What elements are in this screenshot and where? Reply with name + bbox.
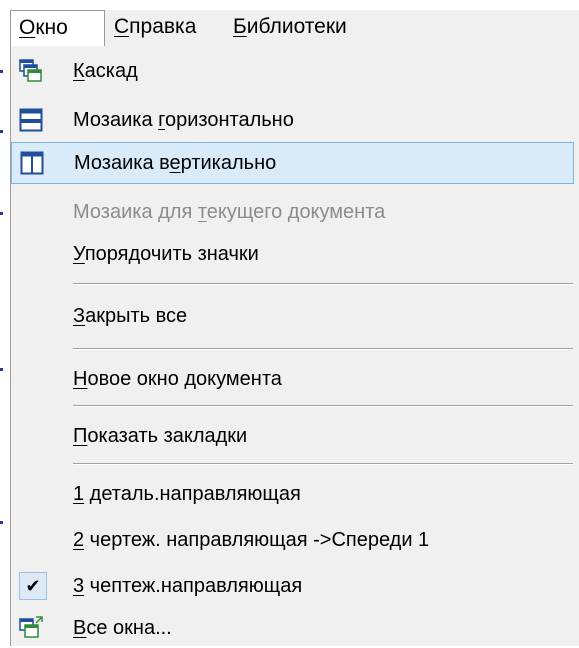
background-artifact xyxy=(0,521,3,524)
menu-spravka[interactable]: Справка xyxy=(114,10,196,44)
menu-separator xyxy=(73,463,573,465)
checkmark-icon: ✔ xyxy=(19,572,47,600)
menu-item-cascade[interactable]: Каскад xyxy=(11,51,579,91)
background-artifact xyxy=(0,368,3,371)
menu-item-label: 1 деталь.направляющая xyxy=(73,483,301,505)
menu-biblioteki[interactable]: Библиотеки xyxy=(233,10,347,44)
menu-item-label: Мозаика горизонтально xyxy=(73,109,294,131)
menu-item-label: Все окна... xyxy=(73,617,172,639)
menu-item-label: Мозаика вертикально xyxy=(74,152,277,174)
menu-item-label: Показать закладки xyxy=(73,425,248,447)
window-menu-dropdown: Каскад Мозаика горизонтально Мозаика вер… xyxy=(10,46,579,646)
menu-item-show-bookmarks[interactable]: Показать закладки xyxy=(11,416,579,456)
menu-bar: Окно Справка Библиотеки xyxy=(10,10,579,47)
menu-item-window-2[interactable]: 2 чертеж. направляющая ->Спереди 1 xyxy=(11,520,579,560)
menu-separator xyxy=(73,405,573,407)
menu-okno[interactable]: Окно xyxy=(10,10,105,46)
menu-item-tile-vertical[interactable]: Мозаика вертикально xyxy=(11,142,574,184)
background-artifact xyxy=(0,212,3,215)
menu-item-label: Закрыть все xyxy=(73,305,188,327)
menu-item-label: 3 чептеж.направляющая xyxy=(73,575,303,597)
tile-horizontal-icon xyxy=(19,108,43,132)
menu-separator xyxy=(73,283,573,285)
background-artifact xyxy=(0,130,3,133)
menu-item-label: Каскад xyxy=(73,60,138,82)
menu-item-label: 2 чертеж. направляющая ->Спереди 1 xyxy=(73,529,430,551)
menu-item-tile-current-document: Мозаика для текущего документа xyxy=(11,192,579,232)
menu-item-close-all[interactable]: Закрыть все xyxy=(11,296,579,336)
menu-item-label: Мозаика для текущего документа xyxy=(73,201,386,223)
menu-item-label: Новое окно документа xyxy=(73,368,282,390)
background-artifact xyxy=(0,70,3,73)
tile-vertical-icon xyxy=(20,151,44,175)
menu-item-arrange-icons[interactable]: Упорядочить значки xyxy=(11,234,579,274)
menu-separator xyxy=(73,348,573,350)
menu-item-tile-horizontal[interactable]: Мозаика горизонтально xyxy=(11,100,579,140)
menu-item-window-1[interactable]: 1 деталь.направляющая xyxy=(11,474,579,514)
menu-item-label: Упорядочить значки xyxy=(73,243,259,265)
all-windows-icon xyxy=(19,616,43,638)
menu-item-window-3[interactable]: ✔ 3 чептеж.направляющая xyxy=(11,566,579,606)
cascade-windows-icon xyxy=(19,59,42,82)
menu-item-all-windows[interactable]: Все окна... xyxy=(11,608,579,648)
menu-item-new-document-window[interactable]: Новое окно документа xyxy=(11,359,579,399)
